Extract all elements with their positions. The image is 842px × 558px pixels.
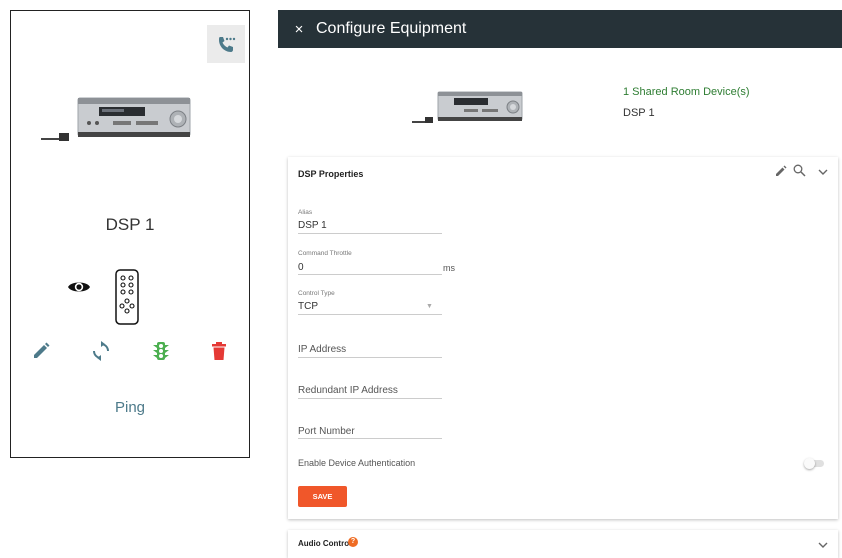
throttle-unit: ms xyxy=(443,263,455,273)
ip-address-underline xyxy=(298,357,442,358)
enable-auth-toggle[interactable] xyxy=(804,458,824,469)
toggle-knob xyxy=(804,458,815,469)
dialog-header: × Configure Equipment xyxy=(278,10,842,48)
dropdown-caret-icon[interactable]: ▼ xyxy=(426,303,433,310)
trash-icon[interactable] xyxy=(209,341,229,361)
alias-input[interactable]: DSP 1 xyxy=(298,220,327,231)
help-icon[interactable]: ? xyxy=(348,537,358,547)
save-button[interactable]: SAVE xyxy=(298,486,347,507)
alias-underline xyxy=(298,233,442,234)
call-button[interactable] xyxy=(207,25,245,63)
control-type-label: Control Type xyxy=(298,290,335,297)
dsp-properties-panel: DSP Properties Alias DSP 1 Command Throt… xyxy=(288,157,838,519)
port-number-underline xyxy=(298,438,442,439)
device-card: DSP 1 Ping xyxy=(10,10,250,458)
close-icon[interactable]: × xyxy=(284,21,314,38)
control-type-select[interactable]: TCP xyxy=(298,301,318,312)
command-throttle-input[interactable]: 0 xyxy=(298,262,304,273)
pencil-icon[interactable] xyxy=(775,165,787,177)
enable-auth-label: Enable Device Authentication xyxy=(298,458,416,468)
shared-devices-link[interactable]: 1 Shared Room Device(s) xyxy=(623,86,750,98)
device-name: DSP 1 xyxy=(105,215,155,234)
chevron-down-icon[interactable] xyxy=(818,168,828,176)
phone-more-icon xyxy=(219,37,236,52)
redundant-ip-underline xyxy=(298,398,442,399)
port-number-input[interactable]: Port Number xyxy=(298,426,355,437)
traffic-light-icon[interactable] xyxy=(151,341,171,361)
receiver-image xyxy=(412,91,523,123)
sync-icon[interactable] xyxy=(91,341,111,361)
pencil-icon[interactable] xyxy=(31,341,51,361)
dialog-title: Configure Equipment xyxy=(316,20,467,37)
ping-button[interactable]: Ping xyxy=(11,399,249,416)
search-icon[interactable] xyxy=(793,164,806,177)
chevron-down-icon[interactable] xyxy=(818,541,828,549)
panel-title: DSP Properties xyxy=(298,169,364,179)
eye-icon[interactable] xyxy=(67,279,91,295)
command-throttle-label: Command Throttle xyxy=(298,250,352,257)
control-type-underline xyxy=(298,314,442,315)
redundant-ip-input[interactable]: Redundant IP Address xyxy=(298,385,398,396)
throttle-underline xyxy=(298,274,442,275)
ip-address-input[interactable]: IP Address xyxy=(298,344,346,355)
shared-device-name: DSP 1 xyxy=(623,107,655,119)
receiver-image xyxy=(41,97,191,141)
alias-label: Alias xyxy=(298,209,313,216)
remote-control-icon[interactable] xyxy=(115,269,139,325)
